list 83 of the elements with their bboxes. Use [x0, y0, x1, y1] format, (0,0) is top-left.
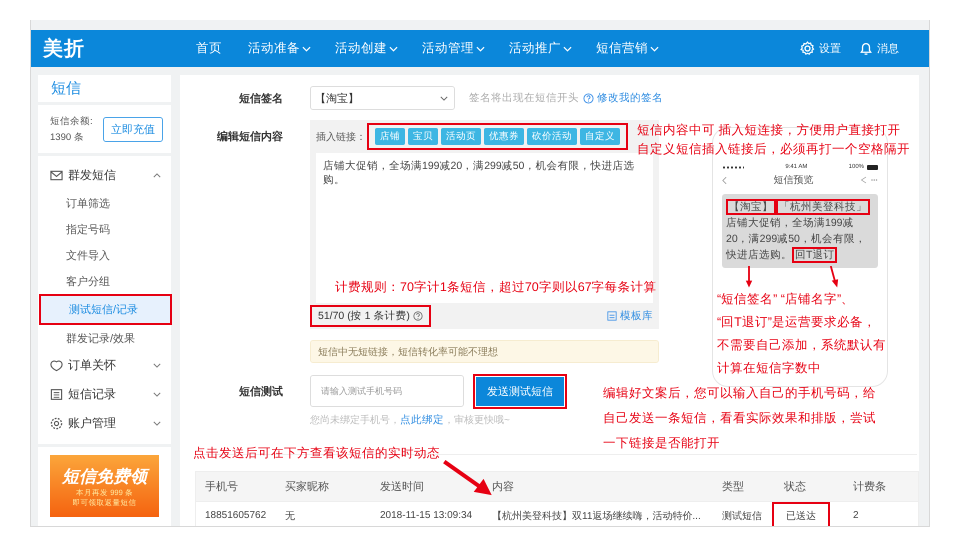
menu-item[interactable]: 指定号码: [38, 216, 171, 242]
settings-icon: [50, 417, 63, 430]
annotation-arrow: [744, 266, 754, 288]
insert-link-button[interactable]: 优惠券: [484, 128, 524, 145]
column-header: 类型: [721, 480, 745, 494]
balance-value: 1390 条: [50, 130, 85, 144]
annotation-text: “短信签名” “店铺名字”、 “回T退订”是运营要求必备， 不需要自己添加，系统默认有 计算在短信字数中: [717, 291, 886, 377]
recharge-button[interactable]: 立即充值: [103, 116, 163, 142]
chat-heart-icon: [50, 359, 63, 372]
column-header: 状态: [783, 480, 807, 494]
share-icon[interactable]: [860, 176, 878, 184]
column-header: 买家昵称: [284, 480, 330, 494]
menu-group[interactable]: 账户管理: [38, 409, 171, 438]
signal-icon: [722, 166, 744, 168]
table-cell-text: 【杭州美登科技】双11返场继续嗨，活动特价...: [491, 510, 702, 522]
back-icon[interactable]: [722, 176, 727, 184]
column-header: 发送时间: [379, 480, 425, 494]
menu-item[interactable]: 测试短信/记录: [41, 296, 170, 323]
bind-phone-hint: 您尚未绑定手机号，点此绑定，审核更快哦~: [310, 413, 510, 427]
chevron-down-icon: [153, 363, 161, 368]
insert-link-button[interactable]: 宝贝: [408, 128, 438, 145]
hint-text: 签名将出现在短信开头: [469, 91, 579, 105]
menu-group[interactable]: 订单关怀: [38, 351, 171, 380]
menu-item[interactable]: 客户分组: [38, 268, 171, 294]
balance-label: 短信余额:: [50, 114, 93, 128]
nav-menu-item[interactable]: 活动管理: [422, 40, 509, 57]
column-header: 手机号: [204, 480, 239, 494]
message-text: 【淘宝】 「杭州美登科技」 店铺大促销，全场满199减20，满299减50，机会有限，快进店选购。 回T退订: [726, 199, 874, 263]
insert-link-button[interactable]: 活动页: [441, 128, 481, 145]
column-header: 计费条: [852, 480, 887, 494]
nav-menu-item[interactable]: 活动创建: [335, 40, 422, 57]
annotation-arrow: [828, 266, 840, 288]
preview-title: 短信预览: [774, 174, 814, 187]
sidebar-title: 短信: [51, 79, 81, 98]
nav-menu-item[interactable]: 首页: [196, 40, 248, 57]
table-cell-text: 无: [284, 510, 296, 522]
table-cell-text: 2018-11-15 13:09:34: [379, 510, 474, 521]
nav-menu-item[interactable]: 活动推广: [509, 40, 596, 57]
phone-input[interactable]: 请输入测试手机号码: [310, 375, 464, 407]
help-icon[interactable]: [412, 311, 423, 321]
menu-item[interactable]: 订单筛选: [38, 190, 171, 216]
table-cell-text: 2: [852, 510, 860, 521]
battery-icon: [867, 164, 878, 170]
chevron-down-icon: [153, 392, 161, 397]
menu-item[interactable]: 文件导入: [38, 242, 171, 268]
field-label: 短信签名: [238, 92, 284, 106]
annotation-arrow: [442, 460, 494, 496]
field-label: 短信测试: [238, 384, 284, 398]
warning-text: 短信中无短链接，短信转化率可能不理想: [318, 346, 498, 358]
logo[interactable]: 美折: [43, 35, 196, 62]
chevron-up-icon: [153, 173, 161, 178]
send-test-button[interactable]: 发送测试短信: [476, 376, 564, 406]
annotation-text: 点击发送后可在下方查看该短信的实时动态: [193, 445, 440, 462]
bind-link[interactable]: 点此绑定: [400, 414, 444, 426]
list-icon: [50, 388, 63, 401]
nav-menu-item[interactable]: 短信营销: [596, 40, 683, 57]
insert-link-button[interactable]: 砍价活动: [527, 128, 577, 145]
table-cell: 已送达: [786, 510, 816, 522]
bell-icon[interactable]: [859, 41, 873, 56]
settings-link[interactable]: 设置: [819, 41, 841, 56]
menu-group[interactable]: 短信记录: [38, 380, 171, 409]
menu-item[interactable]: 群发记录/效果: [38, 325, 171, 351]
mail-icon: [50, 169, 63, 182]
chevron-down-icon: [153, 421, 161, 426]
menu-group[interactable]: 群发短信: [38, 161, 171, 190]
edit-signature-link[interactable]: 修改我的签名: [597, 91, 663, 105]
field-label: 编辑短信内容: [216, 130, 284, 144]
template-icon[interactable]: [607, 311, 617, 321]
column-header: 内容: [491, 480, 515, 494]
insert-link-label: 插入链接：: [316, 130, 366, 144]
messages-link[interactable]: 消息: [877, 41, 899, 56]
annotation-text: 编辑好文案后，您可以输入自己的手机号码，给 自己发送一条短信，看看实际效果和排版，尝试 一下链接是否能打开: [603, 385, 876, 452]
template-library-link[interactable]: 模板库: [620, 309, 653, 323]
signature-select[interactable]: 【淘宝】: [310, 86, 455, 110]
nav-menu-item[interactable]: 活动准备: [248, 40, 335, 57]
insert-link-button[interactable]: 店铺: [375, 128, 405, 145]
character-counter: 51/70 (按 1 条计费): [318, 309, 410, 323]
table-cell-text: 18851605762: [204, 510, 268, 521]
caret-icon: [440, 96, 448, 100]
insert-link-button[interactable]: 自定义: [580, 128, 620, 145]
settings-icon[interactable]: [800, 41, 815, 56]
help-icon[interactable]: [583, 92, 594, 104]
table-cell-text: 测试短信: [721, 510, 763, 522]
